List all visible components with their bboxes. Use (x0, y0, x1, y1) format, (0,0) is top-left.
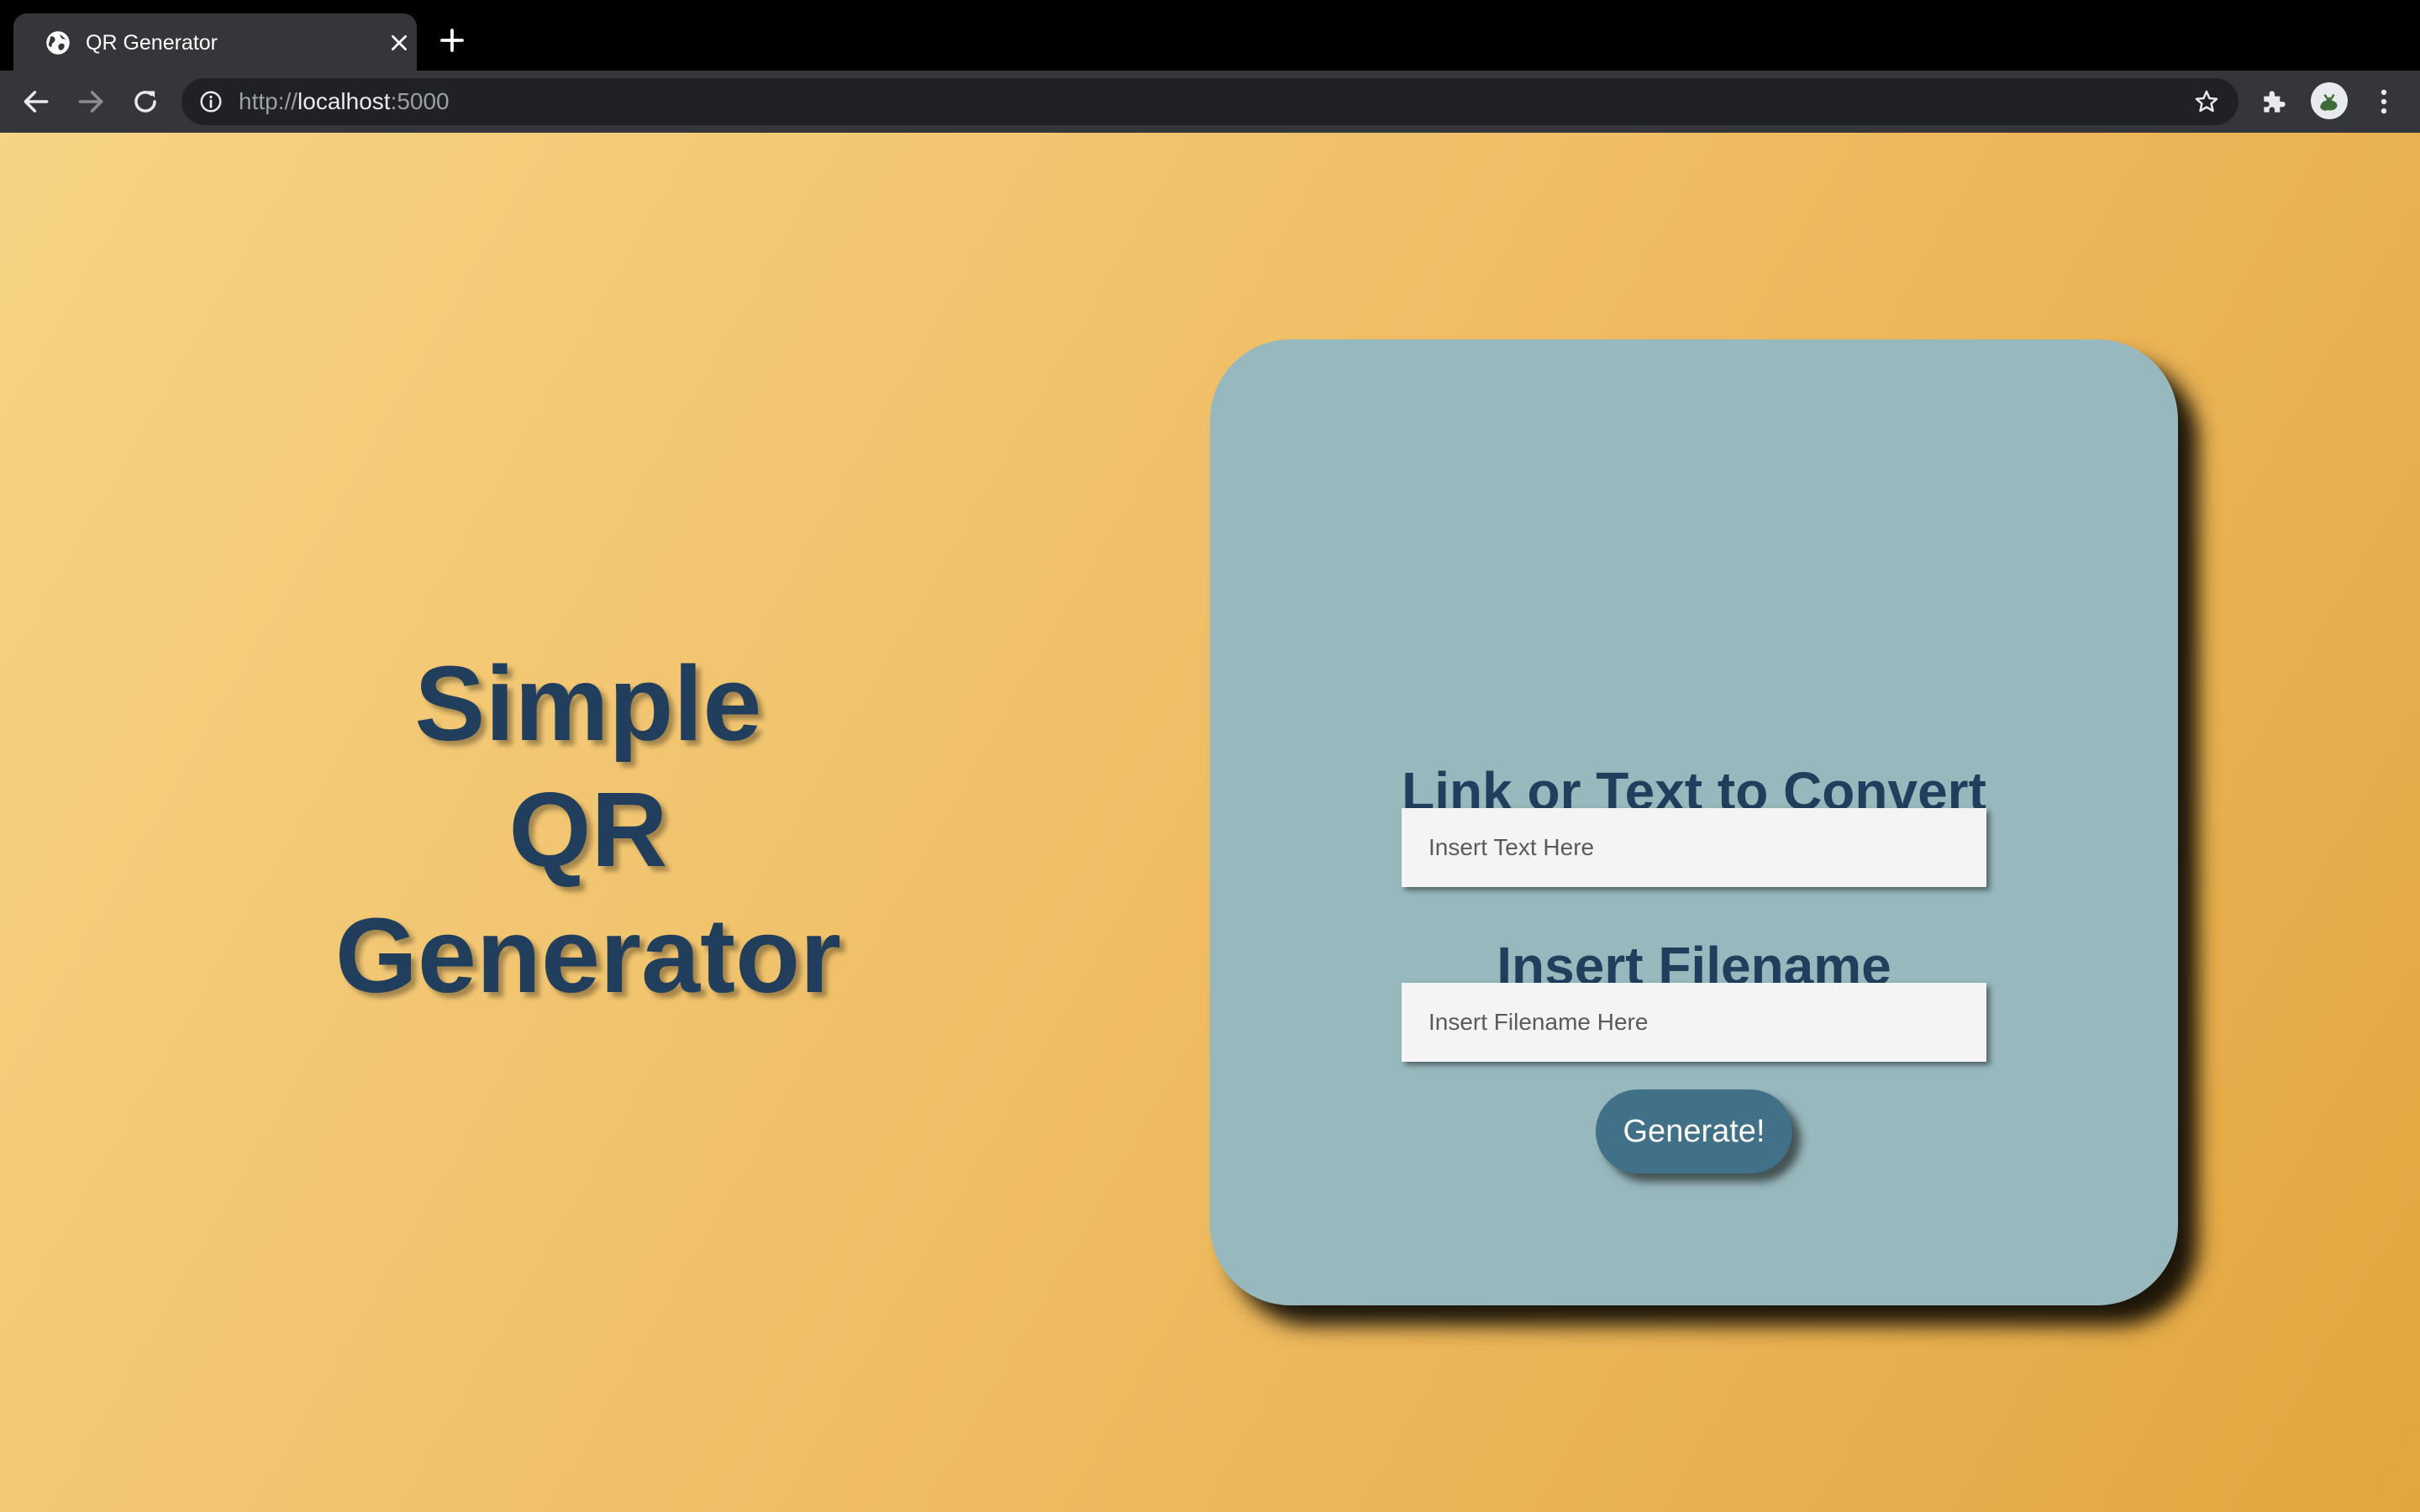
tab-strip: QR Generator (0, 0, 2420, 71)
browser-window: QR Generator http://localhost:5000 Simpl… (0, 0, 2420, 1512)
address-bar[interactable]: http://localhost:5000 (182, 78, 2238, 125)
plus-icon[interactable] (439, 27, 466, 54)
arrow-left-icon[interactable] (20, 86, 52, 118)
url-port: :5000 (390, 88, 450, 114)
info-icon[interactable] (198, 89, 224, 114)
arrow-right-icon[interactable] (75, 86, 107, 118)
filename-input[interactable] (1402, 983, 1986, 1062)
qr-form-card: Link or Text to Convert Insert Filename … (1210, 339, 2178, 1305)
title-line-1: Simple (414, 644, 762, 763)
page-title: Simple QR Generator (286, 641, 891, 1019)
avatar[interactable] (2311, 82, 2348, 119)
globe-icon (46, 31, 70, 55)
text-to-convert-input[interactable] (1402, 808, 1986, 887)
puzzle-icon[interactable] (2259, 86, 2291, 118)
reload-icon[interactable] (129, 86, 161, 118)
title-line-2: QR (508, 770, 668, 889)
url-text: http://localhost:5000 (239, 87, 450, 116)
tab-title: QR Generator (86, 31, 218, 55)
profile-avatar-icon (2320, 93, 2338, 111)
close-icon[interactable] (388, 32, 410, 54)
page-content: Simple QR Generator Link or Text to Conv… (0, 133, 2420, 1512)
kebab-menu-icon[interactable] (2368, 86, 2400, 118)
tab-qr-generator[interactable]: QR Generator (13, 13, 417, 71)
star-icon[interactable] (2193, 88, 2220, 115)
generate-button[interactable]: Generate! (1596, 1089, 1792, 1173)
url-host: localhost (297, 88, 391, 114)
title-line-3: Generator (334, 896, 842, 1015)
url-scheme: http:// (239, 88, 298, 114)
browser-toolbar: http://localhost:5000 (0, 71, 2420, 133)
